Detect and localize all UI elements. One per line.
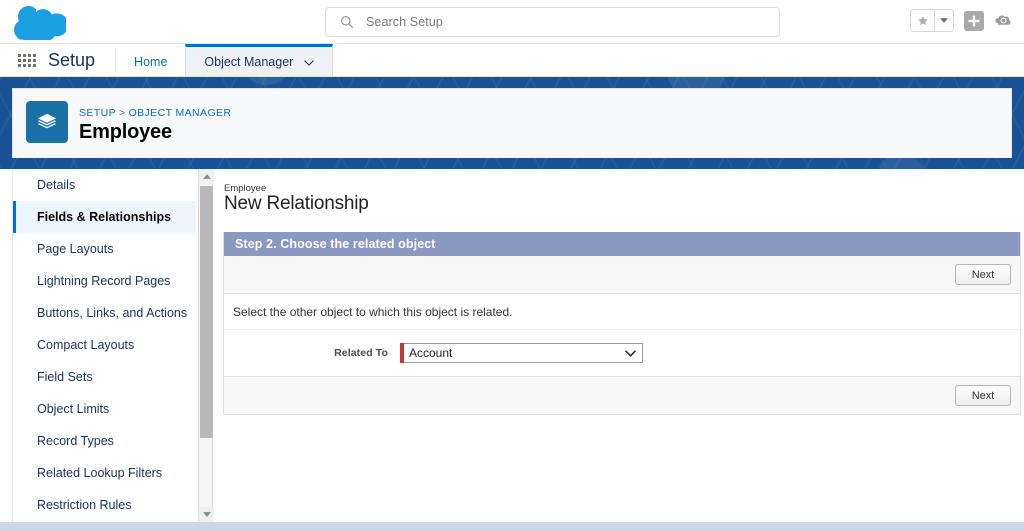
chevron-down-icon[interactable]: [304, 55, 315, 69]
sidebar-item-label: Restriction Rules: [37, 498, 132, 512]
next-button-bottom[interactable]: Next: [955, 385, 1011, 406]
sidebar-item-buttons-links-actions[interactable]: Buttons, Links, and Actions: [13, 297, 196, 329]
setup-nav-bar: Setup Home Object Manager: [0, 44, 1024, 77]
sidebar-item-restriction-rules[interactable]: Restriction Rules: [13, 489, 196, 521]
related-to-select-wrapper[interactable]: Account: [400, 343, 643, 363]
sidebar-item-label: Object Limits: [37, 402, 110, 416]
standard-object-layers-icon: [26, 101, 68, 143]
sidebar-item-compact-layouts[interactable]: Compact Layouts: [13, 329, 196, 361]
sidebar-item-label: Record Types: [37, 434, 114, 448]
instruction-label: Select the other object to which this ob…: [233, 304, 513, 319]
sidebar-item-field-sets[interactable]: Field Sets: [13, 361, 196, 393]
app-launcher-waffle-icon[interactable]: [16, 44, 38, 76]
next-button-bottom-label: Next: [971, 389, 995, 402]
breadcrumb-setup-link[interactable]: SETUP: [79, 107, 116, 119]
sidebar-scrollbar[interactable]: [198, 169, 214, 522]
sidebar-item-label: Related Lookup Filters: [37, 466, 163, 480]
search-icon: [340, 15, 354, 29]
sidebar-item-label: Details: [37, 178, 76, 192]
bottom-page-strip: [0, 522, 1024, 531]
object-header-card: SETUP > OBJECT MANAGER Employee: [12, 88, 1012, 158]
sidebar-item-label: Compact Layouts: [37, 338, 135, 352]
step-header-label: Step 2. Choose the related object: [235, 237, 436, 251]
top-button-row: Next: [224, 256, 1020, 294]
scroll-up-arrow-icon[interactable]: [199, 169, 214, 184]
sidebar-item-page-layouts[interactable]: Page Layouts: [13, 233, 196, 265]
breadcrumb: SETUP > OBJECT MANAGER: [79, 107, 231, 119]
add-plus-icon[interactable]: [963, 10, 984, 31]
page-title: Employee: [79, 121, 172, 143]
sidebar-item-label: Buttons, Links, and Actions: [37, 306, 188, 320]
sidebar-item-label: Fields & Relationships: [37, 210, 172, 224]
setup-label: Setup: [48, 49, 96, 70]
sidebar-item-fields-relationships[interactable]: Fields & Relationships: [13, 201, 196, 233]
tab-home[interactable]: Home: [116, 44, 185, 76]
form-title: New Relationship: [224, 193, 369, 214]
bottom-button-row: Next: [224, 376, 1020, 414]
setup-gear-cloud-icon[interactable]: [993, 10, 1014, 31]
sidebar-item-record-types[interactable]: Record Types: [13, 425, 196, 457]
salesforce-cloud-icon[interactable]: [14, 6, 69, 47]
next-button-top-label: Next: [971, 268, 995, 281]
scroll-down-arrow-icon[interactable]: [199, 507, 214, 522]
tab-object-manager[interactable]: Object Manager: [185, 44, 334, 76]
related-to-field-row: Related To Account: [224, 330, 1020, 376]
search-input[interactable]: Search Setup: [366, 15, 443, 29]
main-content: Employee New Relationship Step 2. Choose…: [214, 169, 1024, 522]
instruction-text: Select the other object to which this ob…: [224, 294, 1020, 330]
header-actions: [910, 9, 1014, 32]
favorites-star-icon[interactable]: [911, 10, 934, 31]
breadcrumb-object-manager-link[interactable]: OBJECT MANAGER: [129, 107, 232, 119]
sidebar-item-lightning-record-pages[interactable]: Lightning Record Pages: [13, 265, 196, 297]
next-button-top[interactable]: Next: [955, 264, 1011, 285]
favorites-group[interactable]: [910, 9, 954, 32]
favorites-dropdown-caret-icon[interactable]: [934, 10, 953, 31]
tab-home-label: Home: [134, 54, 168, 69]
related-to-select[interactable]: Account: [404, 343, 643, 363]
new-relationship-step-panel: Step 2. Choose the related object Next S…: [223, 232, 1021, 415]
object-sidebar-nav: Details Fields & Relationships Page Layo…: [13, 169, 196, 522]
global-search-box[interactable]: Search Setup: [325, 7, 780, 37]
sidebar-item-label: Field Sets: [37, 370, 93, 384]
global-header: Search Setup: [0, 0, 1024, 47]
breadcrumb-separator: >: [119, 107, 126, 119]
related-to-label: Related To: [334, 347, 388, 359]
sidebar-item-object-limits[interactable]: Object Limits: [13, 393, 196, 425]
sidebar-item-label: Page Layouts: [37, 242, 114, 256]
scrollbar-thumb[interactable]: [200, 186, 213, 438]
step-header: Step 2. Choose the related object: [224, 232, 1020, 256]
sidebar-item-details[interactable]: Details: [13, 169, 196, 201]
tab-object-manager-label: Object Manager: [204, 54, 294, 69]
sidebar-item-related-lookup-filters[interactable]: Related Lookup Filters: [13, 457, 196, 489]
sidebar-item-label: Lightning Record Pages: [37, 274, 171, 288]
